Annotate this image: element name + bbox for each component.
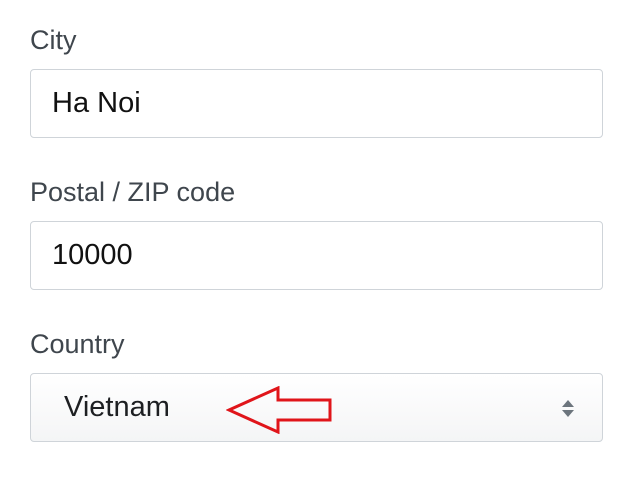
city-input-value: Ha Noi [52,87,141,119]
city-label: City [30,25,77,55]
postal-code-input[interactable]: 10000 [30,221,603,290]
left-arrow-annotation-icon [226,386,332,434]
city-input[interactable]: Ha Noi [30,69,603,138]
country-label: Country [30,329,125,359]
postal-code-label: Postal / ZIP code [30,177,236,207]
postal-code-input-value: 10000 [52,239,133,271]
address-form: City Ha Noi Postal / ZIP code 10000 Coun… [0,0,637,483]
select-arrows-icon [562,400,574,417]
country-select-value: Vietnam [64,391,170,423]
